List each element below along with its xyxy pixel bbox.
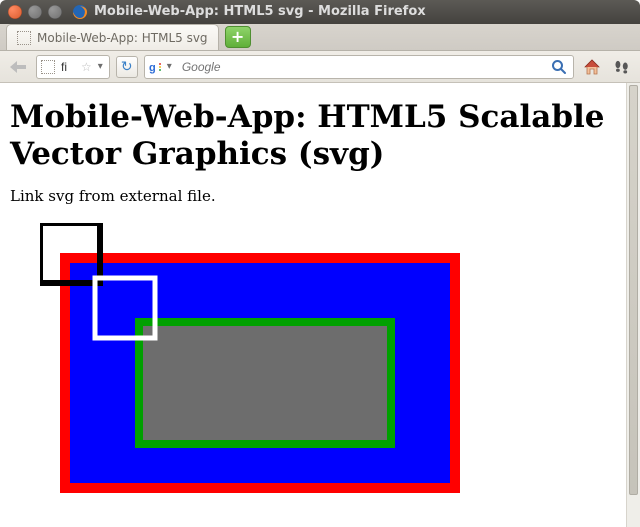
home-button[interactable]	[580, 55, 604, 79]
footprints-icon	[613, 60, 631, 74]
window-title: Mobile-Web-App: HTML5 svg - Mozilla Fire…	[94, 4, 426, 19]
url-dropdown-icon[interactable]: ▾	[96, 61, 105, 72]
search-submit-button[interactable]	[549, 57, 569, 77]
url-input[interactable]	[59, 59, 77, 75]
window-minimize-button[interactable]	[28, 5, 42, 19]
window-close-button[interactable]	[8, 5, 22, 19]
reload-icon: ↻	[121, 59, 133, 75]
svg-text:g: g	[149, 62, 156, 74]
search-bar[interactable]: g ▾	[144, 55, 574, 79]
page-paragraph: Link svg from external file.	[10, 187, 616, 205]
google-g-icon: g	[149, 60, 163, 74]
vertical-scrollbar[interactable]	[626, 83, 640, 527]
url-bar[interactable]: ☆ ▾	[36, 55, 110, 79]
firefox-icon	[72, 4, 88, 20]
scrollbar-thumb[interactable]	[629, 85, 638, 495]
page-favicon-placeholder-icon	[17, 31, 31, 45]
site-identity-icon	[41, 60, 55, 74]
reload-button[interactable]: ↻	[116, 56, 138, 78]
back-button[interactable]	[6, 55, 30, 79]
feed-button[interactable]	[610, 55, 634, 79]
tab-label: Mobile-Web-App: HTML5 svg	[37, 31, 208, 45]
search-input[interactable]	[180, 59, 543, 75]
home-icon	[582, 57, 602, 77]
tab-bar: Mobile-Web-App: HTML5 svg +	[0, 24, 640, 52]
search-engine-icon[interactable]: g ▾	[149, 60, 174, 74]
window-maximize-button[interactable]	[48, 5, 62, 19]
magnifier-icon	[551, 59, 567, 75]
page-viewport[interactable]: Mobile-Web-App: HTML5 Scalable Vector Gr…	[0, 83, 626, 527]
navigation-toolbar: ☆ ▾ ↻ g ▾	[0, 51, 640, 82]
browser-tab[interactable]: Mobile-Web-App: HTML5 svg	[6, 24, 219, 50]
embedded-svg	[10, 223, 616, 507]
plus-icon: +	[231, 29, 244, 45]
window-titlebar: Mobile-Web-App: HTML5 svg - Mozilla Fire…	[0, 0, 640, 24]
engine-dropdown-icon[interactable]: ▾	[165, 61, 174, 72]
bookmark-star-icon[interactable]: ☆	[81, 60, 92, 74]
page-heading: Mobile-Web-App: HTML5 Scalable Vector Gr…	[10, 99, 616, 173]
new-tab-button[interactable]: +	[225, 26, 251, 48]
back-arrow-icon	[8, 59, 28, 75]
